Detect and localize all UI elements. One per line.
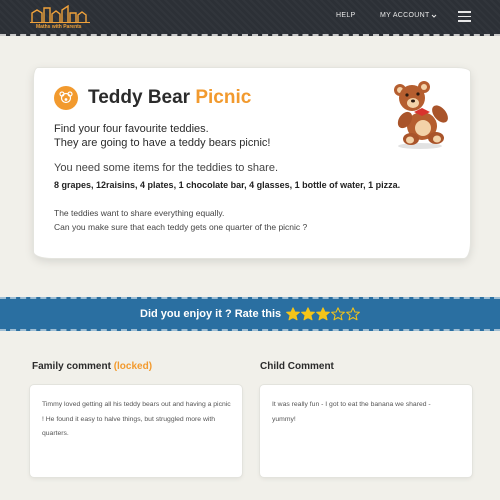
nav-help-link[interactable]: HELP <box>336 12 356 19</box>
site-logo[interactable]: Maths with Parents <box>30 4 90 32</box>
share-text: The teddies want to share everything equ… <box>54 206 307 234</box>
teddy-bear-icon <box>54 86 78 110</box>
star-filled-icon[interactable] <box>286 307 300 321</box>
star-empty-icon[interactable] <box>346 307 360 321</box>
teddy-bear-illustration <box>394 81 448 149</box>
chevron-down-icon[interactable] <box>431 13 437 19</box>
intro-text: Find your four favourite teddies. They a… <box>54 122 270 150</box>
child-comment-text: It was really fun - I got to eat the ban… <box>272 401 431 423</box>
share-line-2: Can you make sure that each teddy gets o… <box>54 222 308 232</box>
top-nav-bar: Maths with Parents HELP MY ACCOUNT <box>0 0 500 36</box>
nav-my-account-link[interactable]: MY ACCOUNT <box>380 12 430 19</box>
share-line-1: The teddies want to share everything equ… <box>54 208 225 218</box>
logo-text: Maths with Parents <box>36 24 82 30</box>
hamburger-menu-icon[interactable] <box>458 11 471 23</box>
title-accent: Picnic <box>195 87 252 108</box>
family-comment-text: Timmy loved getting all his teddy bears … <box>42 401 231 437</box>
rating-prompt: Did you enjoy it ? Rate this <box>140 308 282 320</box>
family-comment-box: Timmy loved getting all his teddy bears … <box>30 385 242 477</box>
items-list: 8 grapes, 12raisins, 4 plates, 1 chocola… <box>54 180 401 190</box>
activity-title: Teddy Bear Picnic <box>88 87 251 109</box>
intro-line-1: Find your four favourite teddies. <box>54 123 209 135</box>
title-main: Teddy Bear <box>88 87 191 108</box>
star-filled-icon[interactable] <box>301 307 315 321</box>
needs-text: You need some items for the teddies to s… <box>54 162 279 174</box>
star-empty-icon[interactable] <box>331 307 345 321</box>
locked-status: (locked) <box>113 361 153 372</box>
child-comment-heading: Child Comment <box>260 361 334 372</box>
rating-bar: Did you enjoy it ? Rate this <box>0 297 500 331</box>
star-filled-icon[interactable] <box>316 307 330 321</box>
child-comment-box[interactable]: It was really fun - I got to eat the ban… <box>260 385 472 477</box>
intro-line-2: They are going to have a teddy bears pic… <box>54 137 271 149</box>
family-comment-heading: Family comment (locked) <box>32 361 152 372</box>
family-comment-title: Family comment <box>32 361 111 372</box>
